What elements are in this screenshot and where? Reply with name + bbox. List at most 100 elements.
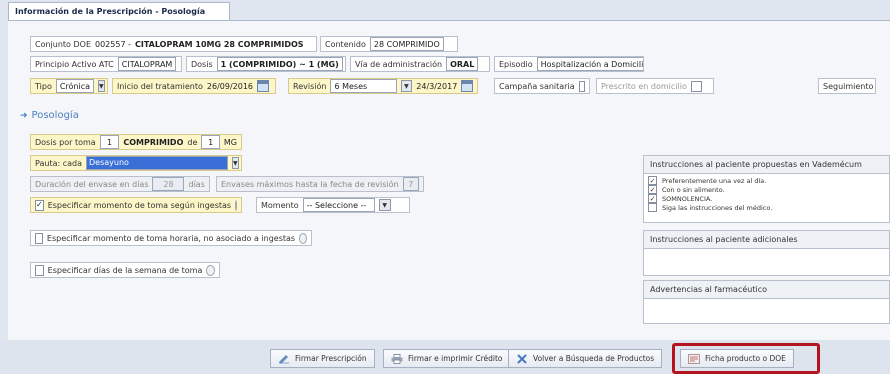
vademecum-panel: Instrucciones al paciente propuestas en …	[643, 155, 890, 223]
vademecum-list: ✓ Preferentemente una vez al día. ✓ Con …	[643, 174, 890, 223]
especificar-dias-label: Especificar días de la semana de toma	[47, 265, 203, 275]
printer-icon	[391, 353, 403, 364]
contenido-value: 28 COMPRIMIDO	[369, 37, 444, 51]
revision-label: Revisión	[293, 81, 327, 91]
envases-maximos-box: Envases máximos hasta la fecha de revisi…	[216, 176, 424, 192]
prescrito-domicilio-checkbox[interactable]	[690, 80, 702, 92]
principio-activo-label: Principio Activo ATC	[35, 59, 114, 69]
posologia-title-text: Posología	[31, 110, 79, 121]
envases-maximos-input[interactable]: 7	[402, 177, 419, 191]
principio-activo-box: Principio Activo ATC CITALOPRAM	[30, 56, 182, 72]
dosis-unit: COMPRIMIDO	[123, 137, 184, 147]
conjunto-doe-name: CITALOPRAM 10MG 28 COMPRIMIDOS	[134, 39, 304, 49]
vademecum-item[interactable]: ✓ Preferentemente una vez al día.	[644, 176, 889, 185]
especificar-dias-checkbox[interactable]	[35, 264, 44, 276]
advertencias-textarea[interactable]	[643, 299, 890, 324]
revision-date[interactable]: 24/3/2017	[416, 82, 457, 91]
duracion-unit: días	[188, 179, 205, 189]
calendar-icon[interactable]	[257, 80, 269, 92]
vademecum-item-checkbox[interactable]: ✓	[648, 185, 657, 194]
momento-box: Momento -- Seleccione -- ▼	[256, 197, 410, 213]
momento-select[interactable]: -- Seleccione --	[302, 198, 375, 212]
prescrito-domicilio-label: Prescrito en domicilio	[601, 81, 687, 91]
revision-box: Revisión 6 Meses ▼ 24/3/2017	[288, 78, 478, 94]
dosis-box: Dosis 1 (COMPRIMIDO) ~ 1 (MG)	[186, 56, 346, 72]
dosis-mg-qty-input[interactable]: 1	[201, 135, 220, 149]
vademecum-item[interactable]: ✓ Con o sin alimento.	[644, 185, 889, 194]
conjunto-doe-label: Conjunto DOE	[35, 39, 91, 49]
especificar-ingestas-label: Especificar momento de toma según ingest…	[47, 200, 232, 210]
conjunto-doe-box: Conjunto DOE 002557 - CITALOPRAM 10MG 28…	[30, 36, 317, 52]
tab-informacion-prescripcion[interactable]: Información de la Prescripción - Posolog…	[8, 2, 230, 20]
adicionales-textarea[interactable]	[643, 249, 890, 276]
tipo-label: Tipo	[35, 81, 52, 91]
envases-maximos-label: Envases máximos hasta la fecha de revisi…	[221, 179, 399, 189]
pauta-dropdown-icon[interactable]: ▼	[232, 157, 239, 169]
seguimiento-box: Seguimiento	[818, 78, 876, 94]
duracion-envase-box: Duración del envase en días 28 días	[30, 176, 210, 192]
posologia-section-title[interactable]: ➜ Posología	[20, 110, 79, 121]
firmar-prescripcion-label: Firmar Prescripción	[295, 354, 367, 363]
dosis-mg-unit: MG	[223, 137, 237, 147]
inicio-tratamiento-box: Inicio del tratamiento 26/09/2016	[112, 78, 276, 94]
volver-busqueda-label: Volver a Búsqueda de Productos	[533, 354, 655, 363]
calendar-icon[interactable]	[461, 80, 473, 92]
contenido-label: Contenido	[325, 39, 366, 49]
revision-select[interactable]: 6 Meses	[330, 79, 397, 93]
duracion-envase-input[interactable]: 28	[152, 177, 185, 191]
momento-label: Momento	[261, 200, 299, 210]
adicionales-title: Instrucciones al paciente adicionales	[643, 230, 890, 249]
arrow-right-icon: ➜	[20, 110, 28, 121]
sign-pen-icon	[279, 354, 289, 364]
especificar-horaria-checkbox[interactable]	[35, 232, 43, 244]
dosis-por-toma-label: Dosis por toma	[35, 137, 96, 147]
revision-dropdown-icon[interactable]: ▼	[400, 80, 413, 92]
especificar-horaria-label: Especificar momento de toma horaria, no …	[46, 233, 296, 243]
campana-sanitaria-checkbox[interactable]	[578, 80, 585, 92]
volver-busqueda-button[interactable]: Volver a Búsqueda de Productos	[508, 349, 663, 368]
tipo-box: Tipo Crónica ▼	[30, 78, 108, 94]
duracion-envase-label: Duración del envase en días	[35, 179, 149, 189]
momento-dropdown-icon[interactable]: ▼	[378, 199, 391, 211]
pauta-box: Pauta: cada Desayuno ▼	[30, 155, 242, 171]
tipo-select[interactable]: Crónica	[55, 79, 95, 93]
firmar-prescripcion-button[interactable]: Firmar Prescripción	[270, 349, 375, 368]
vademecum-item-checkbox[interactable]	[648, 203, 657, 212]
especificar-dias-box: Especificar días de la semana de toma	[30, 262, 220, 278]
vademecum-item-checkbox[interactable]: ✓	[648, 194, 657, 203]
dosis-por-toma-box: Dosis por toma 1 COMPRIMIDO de 1 MG	[30, 134, 242, 150]
adicionales-panel: Instrucciones al paciente adicionales	[643, 230, 890, 276]
vademecum-item-checkbox[interactable]: ✓	[648, 176, 657, 185]
ficha-producto-highlight	[672, 343, 820, 374]
pauta-select[interactable]: Desayuno	[86, 156, 228, 170]
dosis-qty-input[interactable]: 1	[99, 135, 120, 149]
vademecum-item-text: Siga las instrucciones del médico.	[662, 203, 773, 212]
conjunto-doe-code: 002557 -	[95, 39, 131, 49]
advertencias-title: Advertencias al farmacéutico	[643, 280, 890, 299]
seguimiento-label: Seguimiento	[823, 81, 874, 91]
inicio-tratamiento-label: Inicio del tratamiento	[117, 81, 203, 91]
tipo-dropdown-icon[interactable]: ▼	[98, 80, 105, 92]
pauta-label: Pauta: cada	[35, 158, 82, 168]
vademecum-title: Instrucciones al paciente propuestas en …	[643, 155, 890, 174]
especificar-ingestas-checkbox[interactable]: ✓	[35, 199, 44, 211]
vademecum-item[interactable]: Siga las instrucciones del médico.	[644, 203, 889, 212]
clock-icon	[299, 232, 307, 244]
campana-sanitaria-box: Campaña sanitaria	[494, 78, 590, 94]
especificar-horaria-box: Especificar momento de toma horaria, no …	[30, 230, 312, 246]
episodio-box: Episodio Hospitalización a Domicilio	[494, 56, 644, 72]
via-administracion-box: Vía de administración ORAL	[350, 56, 490, 72]
dosis-label: Dosis	[191, 59, 213, 69]
prescrito-domicilio-box: Prescrito en domicilio	[596, 78, 714, 94]
episodio-value[interactable]: Hospitalización a Domicilio	[536, 57, 643, 71]
vademecum-item-text: Con o sin alimento.	[662, 185, 725, 194]
vademecum-item[interactable]: ✓ SOMNOLENCIA.	[644, 194, 889, 203]
calendar-week-icon	[206, 264, 215, 276]
inicio-tratamiento-date[interactable]: 26/09/2016	[207, 82, 253, 91]
vademecum-item-text: Preferentemente una vez al día.	[662, 176, 767, 185]
cancel-cross-icon	[517, 353, 527, 364]
firmar-imprimir-button[interactable]: Firmar e imprimir Crédito	[383, 349, 511, 368]
principio-activo-value: CITALOPRAM	[117, 57, 177, 71]
advertencias-panel: Advertencias al farmacéutico	[643, 280, 890, 324]
dosis-value: 1 (COMPRIMIDO) ~ 1 (MG)	[216, 57, 343, 71]
